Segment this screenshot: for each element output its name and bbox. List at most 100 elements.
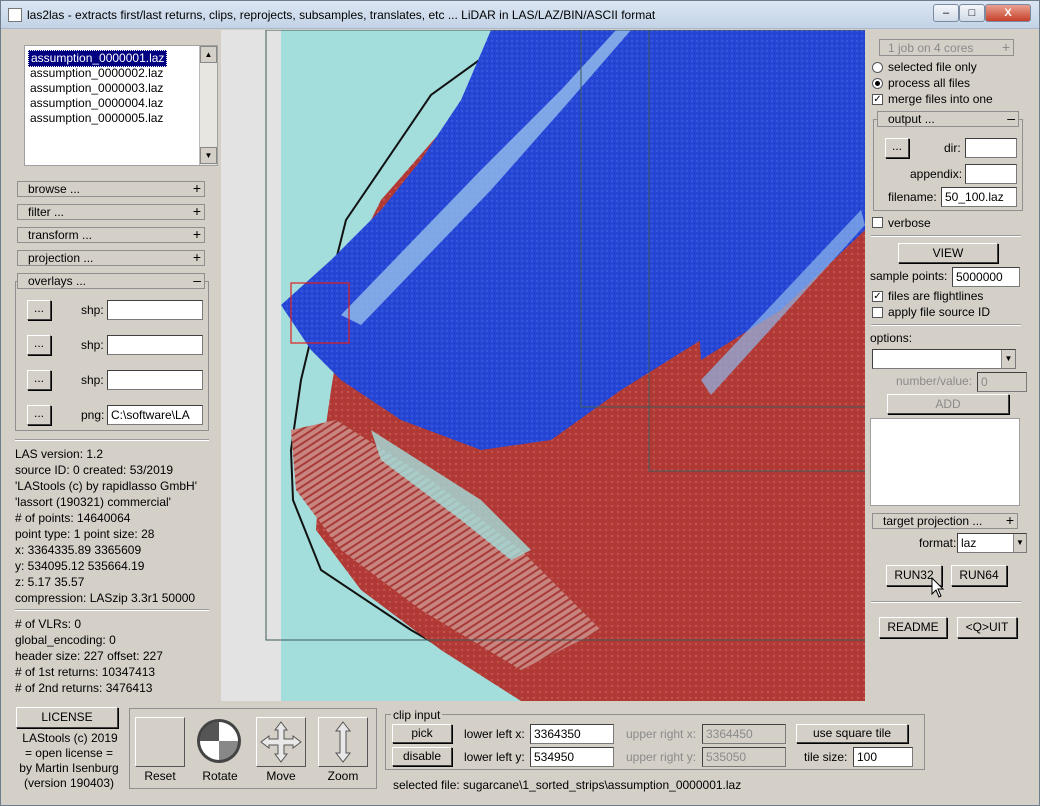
- file-list-item[interactable]: assumption_0000001.laz: [28, 50, 168, 67]
- divider: [15, 609, 209, 611]
- appendix-input[interactable]: [965, 164, 1017, 184]
- filename-input[interactable]: 50_100.laz: [941, 187, 1017, 207]
- source-id-label[interactable]: apply file source ID: [888, 305, 990, 319]
- merge-checkbox[interactable]: ✓: [872, 94, 883, 105]
- selected-only-label[interactable]: selected file only: [888, 60, 977, 74]
- move-icon: [260, 721, 302, 763]
- chevron-down-icon[interactable]: ▼: [1013, 534, 1026, 552]
- license-text: (version 190403): [23, 776, 115, 790]
- disable-button[interactable]: disable: [392, 747, 452, 766]
- las-info-line: # of points: 14640064: [15, 511, 131, 525]
- view-button[interactable]: VIEW: [898, 243, 998, 263]
- collapse-icon[interactable]: –: [1007, 111, 1015, 125]
- tile-size-input[interactable]: 100: [853, 747, 913, 767]
- overlay-browse-button[interactable]: ...: [27, 405, 51, 425]
- reset-label: Reset: [144, 769, 176, 783]
- lower-left-x-input[interactable]: 3364350: [530, 724, 614, 744]
- overlay-shp-input[interactable]: [107, 300, 203, 320]
- verbose-checkbox[interactable]: [872, 217, 883, 228]
- expand-icon[interactable]: +: [193, 250, 201, 264]
- license-button[interactable]: LICENSE: [16, 707, 118, 728]
- filter-bar[interactable]: filter ... +: [17, 204, 205, 220]
- quit-button[interactable]: <Q>UIT: [957, 617, 1017, 638]
- reset-tool[interactable]: [135, 717, 185, 767]
- app-window: las2las - extracts first/last returns, c…: [0, 0, 1040, 806]
- las-info-line: global_encoding: 0: [15, 633, 116, 647]
- upper-right-x-label: upper right x:: [626, 727, 697, 741]
- filename-label: filename:: [888, 190, 937, 204]
- projection-bar[interactable]: projection ... +: [17, 250, 205, 266]
- readme-button[interactable]: README: [879, 617, 947, 638]
- file-list-item[interactable]: assumption_0000004.laz: [28, 96, 165, 111]
- run64-button[interactable]: RUN64: [951, 565, 1007, 586]
- lower-left-y-input[interactable]: 534950: [530, 747, 614, 767]
- overlays-bar[interactable]: overlays ... –: [17, 273, 205, 289]
- point-cloud-render: [221, 30, 865, 701]
- flightlines-checkbox[interactable]: ✓: [872, 291, 883, 302]
- options-textarea[interactable]: [870, 418, 1020, 506]
- target-projection-bar[interactable]: target projection ... +: [872, 513, 1018, 529]
- output-bar[interactable]: output ... –: [877, 111, 1019, 127]
- pick-button[interactable]: pick: [392, 724, 452, 743]
- scroll-up-icon[interactable]: ▲: [200, 46, 217, 63]
- maximize-button[interactable]: □: [959, 4, 985, 22]
- file-list-scrollbar[interactable]: ▲ ▼: [199, 46, 217, 165]
- window-title: las2las - extracts first/last returns, c…: [27, 8, 656, 22]
- overlay-browse-button[interactable]: ...: [27, 370, 51, 390]
- expand-icon[interactable]: +: [193, 204, 201, 218]
- lower-left-x-label: lower left x:: [464, 727, 525, 741]
- chevron-down-icon[interactable]: ▼: [1001, 350, 1015, 368]
- file-list[interactable]: assumption_0000001.laz assumption_000000…: [24, 45, 218, 166]
- expand-icon[interactable]: +: [193, 181, 201, 195]
- file-list-item[interactable]: assumption_0000002.laz: [28, 66, 165, 81]
- expand-icon[interactable]: +: [1006, 513, 1014, 527]
- zoom-tool[interactable]: [318, 717, 368, 767]
- minimize-button[interactable]: –: [933, 4, 959, 22]
- collapse-icon[interactable]: –: [193, 273, 201, 287]
- verbose-label[interactable]: verbose: [888, 216, 931, 230]
- expand-icon[interactable]: +: [193, 227, 201, 241]
- overlay-browse-button[interactable]: ...: [27, 300, 51, 320]
- use-square-tile-button[interactable]: use square tile: [796, 724, 908, 743]
- add-button[interactable]: ADD: [887, 394, 1009, 414]
- file-list-item[interactable]: assumption_0000003.laz: [28, 81, 165, 96]
- rotate-label: Rotate: [202, 769, 238, 783]
- flightlines-label[interactable]: files are flightlines: [888, 289, 983, 303]
- dir-input[interactable]: [965, 138, 1017, 158]
- rotate-tool[interactable]: [195, 717, 245, 767]
- cores-box[interactable]: 1 job on 4 cores +: [879, 39, 1014, 56]
- source-id-checkbox[interactable]: [872, 307, 883, 318]
- scroll-down-icon[interactable]: ▼: [200, 147, 217, 164]
- las-info-line: 'LAStools (c) by rapidlasso GmbH': [15, 479, 197, 493]
- options-select[interactable]: ▼: [872, 349, 1016, 369]
- license-text: by Martin Isenburg: [19, 761, 119, 775]
- sample-points-input[interactable]: 5000000: [952, 267, 1020, 287]
- output-browse-button[interactable]: ...: [885, 138, 909, 158]
- las-info-line: y: 534095.12 535664.19: [15, 559, 145, 573]
- overlay-shp-input[interactable]: [107, 335, 203, 355]
- upper-right-x-input[interactable]: 3364450: [702, 724, 786, 744]
- upper-right-y-input[interactable]: 535050: [702, 747, 786, 767]
- number-value-label: number/value:: [896, 374, 973, 388]
- overlay-browse-button[interactable]: ...: [27, 335, 51, 355]
- close-button[interactable]: X: [985, 4, 1031, 22]
- overlay-png-input[interactable]: C:\software\LA: [107, 405, 203, 425]
- process-all-label[interactable]: process all files: [888, 76, 970, 90]
- file-list-item[interactable]: assumption_0000005.laz: [28, 111, 165, 126]
- overlay-shp-input[interactable]: [107, 370, 203, 390]
- selected-only-radio[interactable]: [872, 62, 883, 73]
- move-tool[interactable]: [256, 717, 306, 767]
- overlay-label: shp:: [81, 303, 104, 317]
- browse-bar[interactable]: browse ... +: [17, 181, 205, 197]
- las-info-line: # of 2nd returns: 3476413: [15, 681, 153, 695]
- move-label: Move: [266, 769, 296, 783]
- transform-bar[interactable]: transform ... +: [17, 227, 205, 243]
- target-projection-label: target projection ...: [883, 514, 983, 528]
- merge-label[interactable]: merge files into one: [888, 92, 993, 106]
- cores-plus-icon[interactable]: +: [1002, 39, 1010, 55]
- process-all-radio[interactable]: [872, 78, 883, 89]
- point-cloud-viewport[interactable]: [221, 30, 865, 701]
- overlays-label: overlays ...: [28, 274, 87, 288]
- las-info-line: 'lassort (190321) commercial': [15, 495, 171, 509]
- number-value-input[interactable]: 0: [977, 372, 1027, 392]
